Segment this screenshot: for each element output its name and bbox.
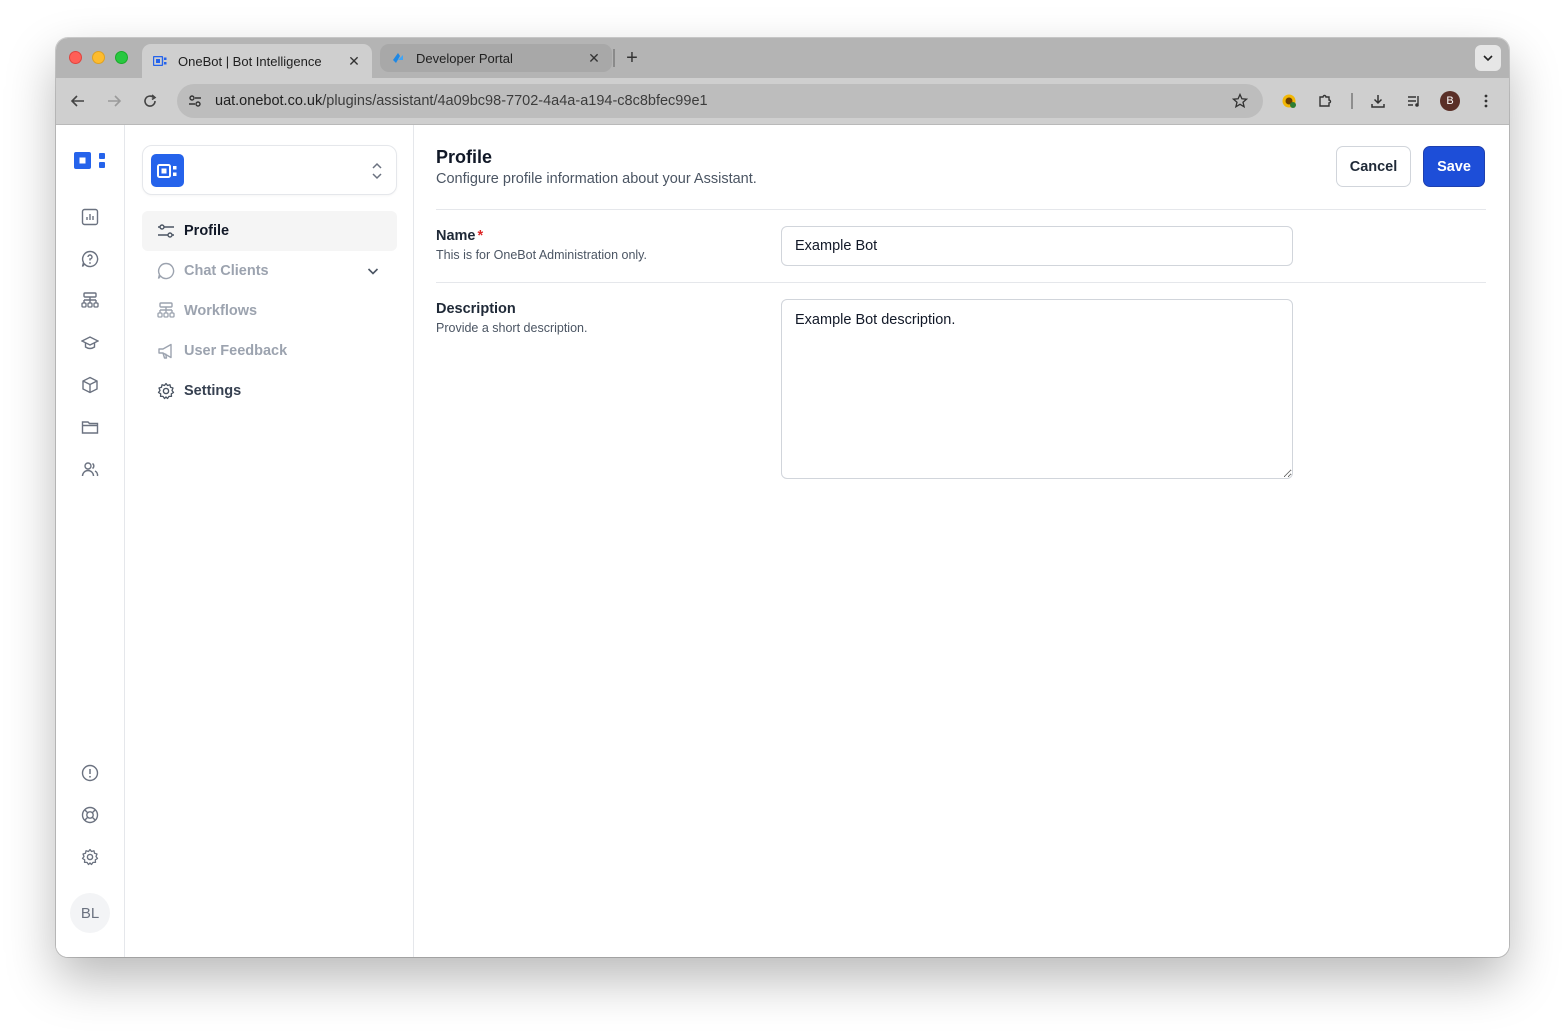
arrow-left-icon <box>70 95 84 107</box>
main-content: Profile Configure profile information ab… <box>414 125 1509 957</box>
browser-tab-developer-portal[interactable]: Developer Portal ✕ <box>380 44 612 72</box>
tab-search-button[interactable] <box>1475 45 1501 71</box>
tab-title: OneBot | Bot Intelligence <box>178 53 322 69</box>
tab-title: Developer Portal <box>416 50 513 66</box>
chevron-down-icon[interactable] <box>363 261 383 281</box>
description-label: Description <box>436 301 516 317</box>
toolbar-divider <box>1351 93 1353 109</box>
workflow-icon <box>156 301 176 321</box>
url-text: uat.onebot.co.uk/plugins/assistant/4a09b… <box>215 93 1229 109</box>
app-container: BL Profile Chat Clients Workflows User F… <box>56 125 1509 957</box>
page-subtitle: Configure profile information about your… <box>436 171 757 187</box>
name-label-text: Name <box>436 228 476 244</box>
tab-divider <box>613 49 615 67</box>
subnav-label: Settings <box>184 383 242 399</box>
name-input[interactable]: Example Bot <box>781 226 1293 266</box>
onebot-favicon-icon <box>152 53 168 69</box>
chevron-up-down-icon <box>368 161 386 181</box>
analytics-icon[interactable] <box>78 205 102 229</box>
downloads-icon[interactable] <box>1367 90 1389 112</box>
profile-avatar[interactable]: B <box>1439 90 1461 112</box>
chat-bubble-icon <box>156 261 176 281</box>
close-tab-icon[interactable]: ✕ <box>346 53 362 69</box>
bookmark-star-icon[interactable] <box>1229 90 1251 112</box>
subnav-label: Chat Clients <box>184 263 269 279</box>
forward-button[interactable] <box>103 90 125 112</box>
assistant-logo <box>151 154 184 187</box>
onebot-logo[interactable] <box>73 149 109 173</box>
address-bar[interactable]: uat.onebot.co.uk/plugins/assistant/4a09b… <box>177 84 1263 118</box>
user-initials: BL <box>80 904 100 922</box>
workflow-icon[interactable] <box>78 289 102 313</box>
support-icon[interactable] <box>78 803 102 827</box>
subnav-item-chat-clients[interactable]: Chat Clients <box>142 251 397 291</box>
subnav-item-user-feedback[interactable]: User Feedback <box>142 331 397 371</box>
site-settings-icon[interactable] <box>185 91 205 111</box>
cancel-button[interactable]: Cancel <box>1336 146 1411 187</box>
icon-rail: BL <box>56 125 125 957</box>
settings-icon[interactable] <box>78 845 102 869</box>
folder-icon[interactable] <box>78 415 102 439</box>
megaphone-icon <box>156 341 176 361</box>
profile-initial: B <box>1440 91 1460 111</box>
name-input-value: Example Bot <box>795 238 878 254</box>
user-avatar[interactable]: BL <box>70 893 110 933</box>
developer-portal-favicon-icon <box>390 50 406 66</box>
gear-icon <box>156 381 176 401</box>
subnav-label: Workflows <box>184 303 258 319</box>
package-icon[interactable] <box>78 373 102 397</box>
url-path: /plugins/assistant/4a09bc98-7702-4a4a-a1… <box>322 93 708 109</box>
assistant-subnav: Profile Chat Clients Workflows User Feed… <box>125 125 414 957</box>
page-title: Profile <box>436 147 493 167</box>
description-textarea[interactable]: Example Bot description. <box>781 299 1293 479</box>
back-button[interactable] <box>67 90 89 112</box>
name-help-text: This is for OneBot Administration only. <box>436 248 647 262</box>
subnav-label: User Feedback <box>184 343 288 359</box>
extension-icon[interactable] <box>1278 90 1300 112</box>
field-divider <box>436 282 1486 283</box>
description-help-text: Provide a short description. <box>436 321 588 335</box>
subnav-item-settings[interactable]: Settings <box>142 371 397 411</box>
sliders-icon <box>156 221 176 241</box>
media-controls-icon[interactable] <box>1403 90 1425 112</box>
close-window-button[interactable] <box>69 51 82 64</box>
minimize-window-button[interactable] <box>92 51 105 64</box>
browser-tab-onebot[interactable]: OneBot | Bot Intelligence ✕ <box>142 44 372 78</box>
subnav-item-workflows[interactable]: Workflows <box>142 291 397 331</box>
chat-help-icon[interactable] <box>78 247 102 271</box>
alert-icon[interactable] <box>78 761 102 785</box>
browser-menu-icon[interactable] <box>1475 90 1497 112</box>
maximize-window-button[interactable] <box>115 51 128 64</box>
close-tab-icon[interactable]: ✕ <box>586 50 602 66</box>
assistant-switcher[interactable] <box>142 145 397 195</box>
extensions-puzzle-icon[interactable] <box>1314 90 1336 112</box>
required-marker: * <box>477 228 484 244</box>
url-host: uat.onebot.co.uk <box>215 93 323 109</box>
subnav-label: Profile <box>184 223 230 239</box>
arrow-right-icon <box>108 95 122 107</box>
browser-tab-strip: OneBot | Bot Intelligence ✕ Developer Po… <box>56 38 1509 78</box>
users-icon[interactable] <box>78 457 102 481</box>
chevron-down-icon <box>1483 55 1493 62</box>
header-divider <box>436 209 1486 210</box>
new-tab-button[interactable]: + <box>618 45 646 71</box>
save-button[interactable]: Save <box>1423 146 1485 187</box>
name-label: Name * <box>436 228 483 244</box>
training-icon[interactable] <box>78 331 102 355</box>
reload-button[interactable] <box>139 90 161 112</box>
reload-icon <box>144 94 157 107</box>
browser-window: OneBot | Bot Intelligence ✕ Developer Po… <box>56 38 1509 957</box>
browser-toolbar: uat.onebot.co.uk/plugins/assistant/4a09b… <box>56 78 1509 125</box>
subnav-item-profile[interactable]: Profile <box>142 211 397 251</box>
